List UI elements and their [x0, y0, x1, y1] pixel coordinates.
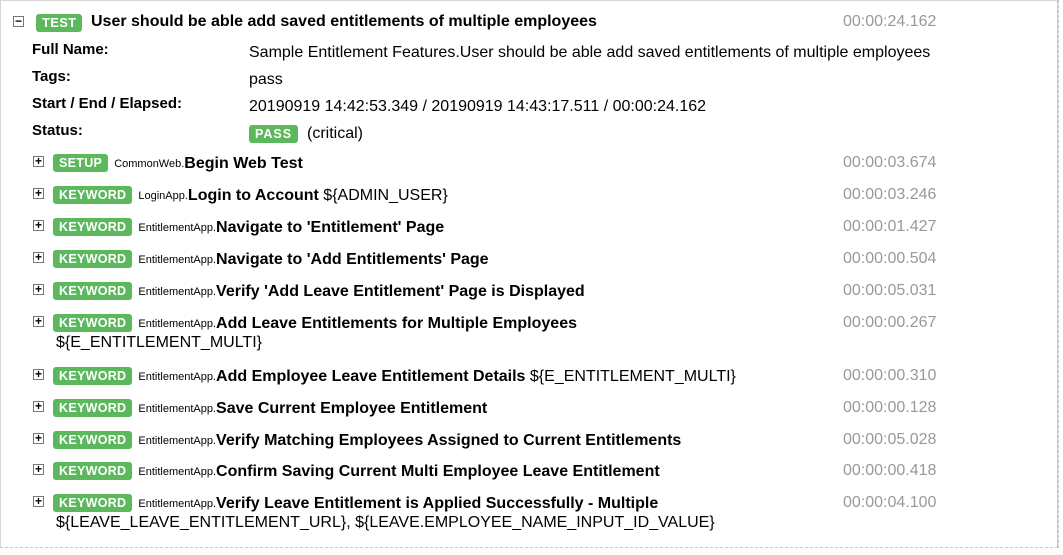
keyword-name[interactable]: Add Leave Entitlements for Multiple Empl…	[216, 315, 577, 333]
keyword-name[interactable]: Login to Account ${ADMIN_USER}	[188, 187, 448, 205]
keyword-library: EntitlementApp.	[138, 222, 217, 234]
keyword-name-text: Login to Account	[187, 187, 319, 204]
keyword-library: CommonWeb.	[114, 158, 185, 170]
full-name-label: Full Name:	[32, 41, 109, 58]
expand-keyword-toggle[interactable]: +	[33, 187, 44, 199]
collapse-test-toggle[interactable]: −	[13, 15, 24, 27]
keyword-name-text: Verify 'Add Leave Entitlement' Page is D…	[216, 283, 585, 300]
status-badge: PASS	[249, 125, 299, 143]
keyword-badge: KEYWORD	[53, 494, 133, 512]
keyword-name-text: Save Current Employee Entitlement	[216, 400, 488, 417]
keyword-row: + KEYWORD EntitlementApp. Add Leave Entitle…	[33, 312, 1053, 336]
keyword-row: + SETUP CommonWeb. Begin Web Test 00:00:03.6…	[33, 152, 1053, 176]
keyword-library: EntitlementApp.	[138, 254, 217, 266]
keyword-library: LoginApp.	[138, 190, 188, 202]
keyword-badge: KEYWORD	[53, 399, 133, 417]
keyword-row: + KEYWORD EntitlementApp. Verify Leave Enti…	[33, 492, 1053, 516]
keyword-name[interactable]: Verify 'Add Leave Entitlement' Page is D…	[216, 283, 585, 301]
expand-keyword-toggle[interactable]: +	[33, 283, 44, 295]
keyword-name-text: Add Employee Leave Entitlement Details	[216, 368, 526, 385]
keyword-badge: KEYWORD	[53, 462, 133, 480]
keyword-elapsed: 00:00:00.128	[843, 399, 937, 416]
keyword-args: ${ADMIN_USER}	[318, 187, 448, 204]
keyword-badge: KEYWORD	[53, 218, 133, 236]
tags-label: Tags:	[32, 68, 71, 85]
keyword-library: EntitlementApp.	[138, 286, 217, 298]
keyword-elapsed: 00:00:04.100	[843, 494, 937, 511]
keyword-args-wrapped: ${LEAVE_LEAVE_ENTITLEMENT_URL}, ${LEAVE.…	[56, 514, 715, 531]
keyword-badge: KEYWORD	[53, 186, 133, 204]
keyword-elapsed: 00:00:05.028	[843, 431, 937, 448]
panel-divider	[1058, 0, 1060, 548]
keyword-library: EntitlementApp.	[138, 371, 217, 383]
keyword-row: + KEYWORD EntitlementApp. Verify Matching E…	[33, 429, 1053, 453]
keyword-name[interactable]: Verify Matching Employees Assigned to Cu…	[216, 432, 681, 450]
keyword-name-text: Verify Matching Employees Assigned to Cu…	[216, 432, 682, 449]
keyword-name-text: Verify Leave Entitlement is Applied Succ…	[216, 495, 659, 512]
keyword-library: EntitlementApp.	[138, 403, 217, 415]
keyword-name[interactable]: Confirm Saving Current Multi Employee Le…	[216, 463, 660, 481]
keyword-elapsed: 00:00:03.246	[843, 186, 937, 203]
expand-keyword-toggle[interactable]: +	[33, 495, 44, 507]
keyword-name[interactable]: Navigate to 'Entitlement' Page	[216, 219, 444, 237]
keyword-row: + KEYWORD EntitlementApp. Add Employee Leav…	[33, 365, 1053, 389]
keyword-badge: KEYWORD	[53, 431, 133, 449]
keyword-row: + KEYWORD EntitlementApp. Verify 'Add Leave…	[33, 280, 1053, 304]
test-name[interactable]: User should be able add saved entitlemen…	[91, 13, 597, 31]
keyword-badge: KEYWORD	[53, 367, 133, 385]
keyword-name[interactable]: Begin Web Test	[184, 155, 303, 173]
test-badge: TEST	[36, 14, 83, 32]
keyword-elapsed: 00:00:00.504	[843, 250, 937, 267]
keyword-elapsed: 00:00:00.310	[843, 367, 937, 384]
keyword-row: + KEYWORD EntitlementApp. Navigate to 'Add …	[33, 248, 1053, 272]
full-name-value: Sample Entitlement Features.User should …	[249, 44, 931, 61]
keyword-name-text: Add Leave Entitlements for Multiple Empl…	[216, 315, 577, 332]
expand-keyword-toggle[interactable]: +	[33, 219, 44, 231]
test-elapsed: 00:00:24.162	[843, 13, 937, 30]
keyword-name-text: Navigate to 'Entitlement' Page	[216, 219, 445, 236]
keyword-name-text: Begin Web Test	[184, 155, 303, 172]
keyword-args: ${E_ENTITLEMENT_MULTI}	[525, 368, 736, 385]
times-label: Start / End / Elapsed:	[32, 95, 183, 112]
keyword-badge: KEYWORD	[53, 314, 133, 332]
keyword-row: + KEYWORD EntitlementApp. Save Current Empl…	[33, 397, 1053, 421]
keyword-elapsed: 00:00:03.674	[843, 154, 937, 171]
keyword-library: EntitlementApp.	[138, 466, 217, 478]
keyword-name[interactable]: Navigate to 'Add Entitlements' Page	[216, 251, 489, 269]
expand-keyword-toggle[interactable]: +	[33, 251, 44, 263]
keyword-elapsed: 00:00:00.267	[843, 314, 937, 331]
keyword-name-text: Navigate to 'Add Entitlements' Page	[216, 251, 489, 268]
keyword-row: + KEYWORD LoginApp. Login to Account ${ADMI…	[33, 184, 1053, 208]
keyword-badge: KEYWORD	[53, 250, 133, 268]
keyword-name-text: Confirm Saving Current Multi Employee Le…	[216, 463, 660, 480]
expand-keyword-toggle[interactable]: +	[33, 315, 44, 327]
keyword-library: EntitlementApp.	[138, 435, 217, 447]
keyword-args-wrapped: ${E_ENTITLEMENT_MULTI}	[56, 334, 262, 351]
keyword-name[interactable]: Add Employee Leave Entitlement Details $…	[216, 368, 736, 386]
expand-keyword-toggle[interactable]: +	[33, 155, 44, 167]
setup-badge: SETUP	[53, 154, 109, 172]
tags-value: pass	[249, 71, 283, 88]
expand-keyword-toggle[interactable]: +	[33, 400, 44, 412]
keyword-row: + KEYWORD EntitlementApp. Confirm Saving Cu…	[33, 460, 1053, 484]
times-value: 20190919 14:42:53.349 / 20190919 14:43:1…	[249, 98, 707, 115]
keyword-elapsed: 00:00:00.418	[843, 462, 937, 479]
status-note: (critical)	[307, 125, 363, 142]
keyword-name[interactable]: Save Current Employee Entitlement	[216, 400, 487, 418]
keyword-badge: KEYWORD	[53, 282, 133, 300]
keyword-row: + KEYWORD EntitlementApp. Navigate to 'Enti…	[33, 216, 1053, 240]
expand-keyword-toggle[interactable]: +	[33, 432, 44, 444]
expand-keyword-toggle[interactable]: +	[33, 463, 44, 475]
keyword-elapsed: 00:00:05.031	[843, 282, 937, 299]
status-label: Status:	[32, 122, 83, 139]
keyword-library: EntitlementApp.	[138, 498, 217, 510]
keyword-elapsed: 00:00:01.427	[843, 218, 937, 235]
expand-keyword-toggle[interactable]: +	[33, 368, 44, 380]
keyword-library: EntitlementApp.	[138, 318, 217, 330]
keyword-name[interactable]: Verify Leave Entitlement is Applied Succ…	[216, 495, 658, 513]
